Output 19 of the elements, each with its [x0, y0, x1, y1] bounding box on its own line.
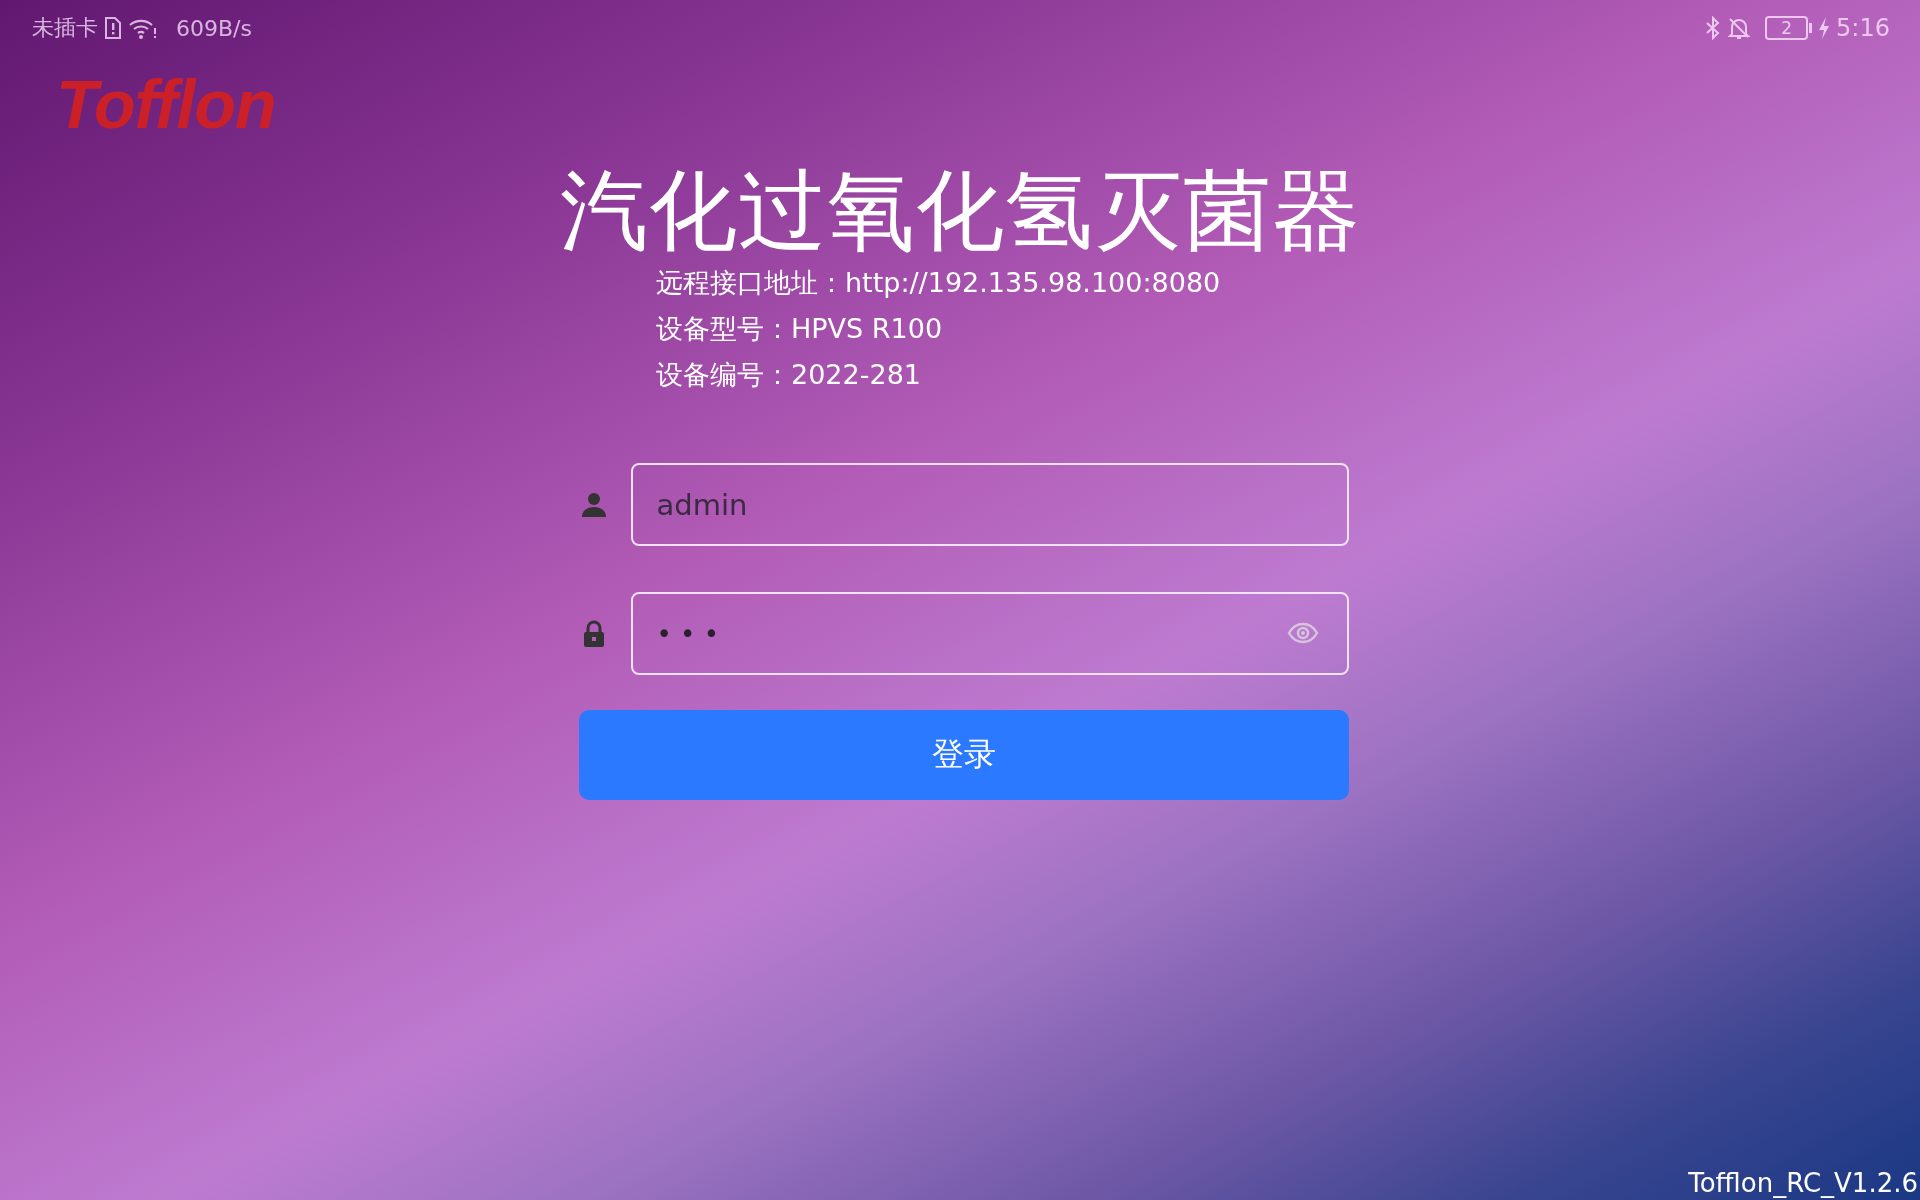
bell-muted-icon	[1727, 16, 1752, 40]
device-info-text: 设备型号：HPVS R100	[656, 312, 944, 347]
carrier-text: 未插卡	[32, 14, 98, 42]
bluetooth-icon	[1705, 16, 1722, 40]
charging-icon	[1818, 16, 1831, 40]
password-field[interactable]: • • •	[630, 592, 1349, 676]
device-info-text: 设备编号：2022-281	[656, 358, 922, 393]
version-text: Tofflon_RC_V1.2.6	[1688, 1168, 1918, 1198]
user-icon	[580, 490, 607, 519]
show-password-icon[interactable]	[1286, 622, 1319, 645]
login-button[interactable]: 登录	[578, 710, 1349, 801]
brand-logo: Tofflon	[56, 70, 276, 138]
clock-time: 5:16	[1836, 14, 1890, 42]
network-speed: 609B/s	[176, 15, 252, 41]
username-field[interactable]: admin	[630, 463, 1349, 547]
device-info-text: 远程接口地址：http://192.135.98.100:8080	[656, 266, 1221, 301]
battery-level: 2	[1765, 16, 1809, 40]
app-title: 汽化过氧化氢灭菌器	[559, 160, 1361, 262]
sim-alert-icon	[104, 16, 122, 40]
